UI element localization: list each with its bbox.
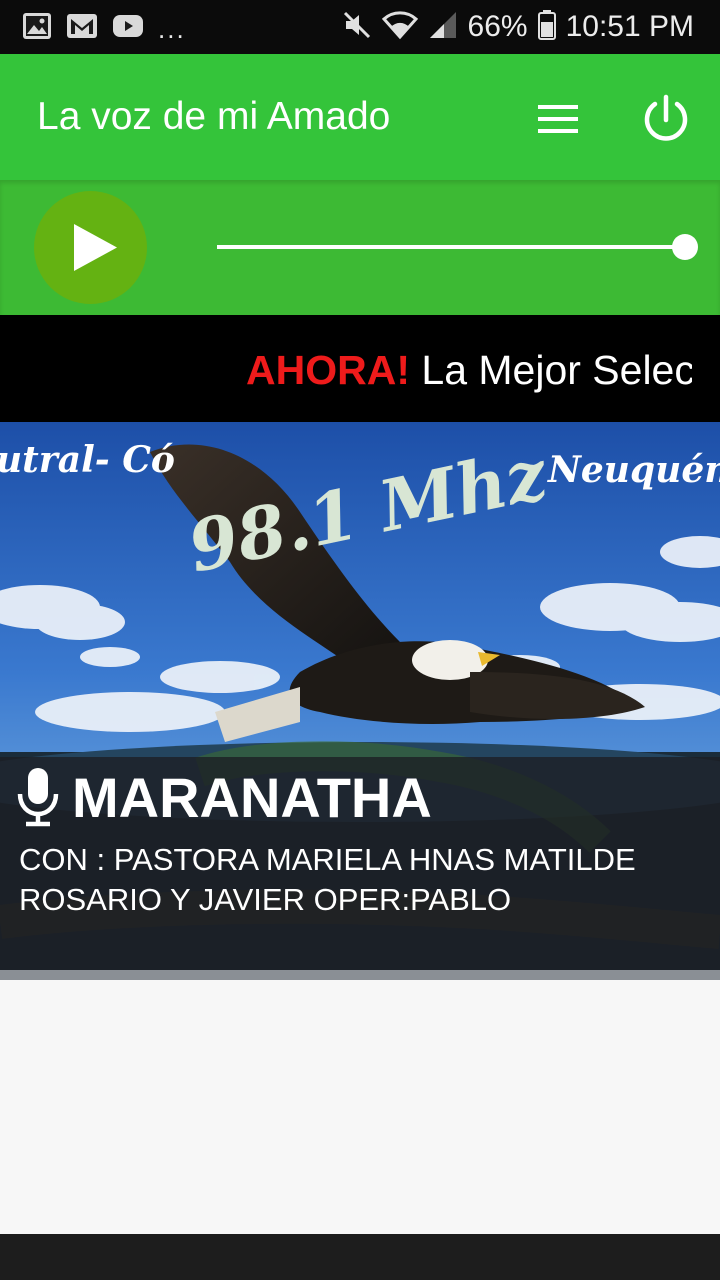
play-button[interactable] xyxy=(34,191,147,304)
youtube-icon xyxy=(112,14,144,43)
play-icon xyxy=(74,224,117,271)
wifi-icon xyxy=(381,10,418,45)
image-icon xyxy=(22,12,52,45)
system-navigation-bar xyxy=(0,1234,720,1280)
player-bar xyxy=(0,180,720,315)
status-right: 66% 10:51 PM xyxy=(342,8,694,46)
volume-slider-track[interactable] xyxy=(217,245,685,249)
menu-button[interactable] xyxy=(530,94,586,144)
status-left: ... xyxy=(22,12,186,45)
power-icon xyxy=(644,94,688,141)
program-card[interactable]: 98.1 Mhz utral- Có Neuquén MARANATHA CON… xyxy=(0,422,720,980)
ticker-text: AHORA! La Mejor Selec xyxy=(246,345,692,395)
gmail-icon xyxy=(66,13,98,44)
ticker-message: La Mejor Selec xyxy=(421,347,692,393)
volume-slider-fill xyxy=(217,245,685,249)
now-playing-ticker: AHORA! La Mejor Selec xyxy=(0,315,720,422)
battery-percent: 66% xyxy=(467,10,528,43)
more-notifications: ... xyxy=(158,13,186,44)
power-button[interactable] xyxy=(636,90,696,150)
image-location-right: Neuquén xyxy=(547,449,720,491)
image-location-left: utral- Có xyxy=(0,439,175,481)
mute-icon xyxy=(342,10,372,45)
volume-slider-thumb[interactable] xyxy=(672,234,698,260)
card-divider xyxy=(0,970,720,980)
status-time: 10:51 PM xyxy=(565,10,694,43)
ticker-highlight: AHORA! xyxy=(246,347,410,393)
status-bar: ... 66% 10:51 PM xyxy=(0,0,720,54)
program-description: CON : PASTORA MARIELA HNAS MATILDE ROSAR… xyxy=(19,842,636,917)
app-bar: La voz de mi Amado xyxy=(0,54,720,180)
program-title: MARANATHA xyxy=(72,766,432,829)
signal-icon xyxy=(428,10,458,45)
battery-icon xyxy=(537,9,556,45)
app-title: La voz de mi Amado xyxy=(37,95,391,138)
microphone-icon xyxy=(17,768,59,827)
hamburger-menu-icon xyxy=(538,105,578,133)
